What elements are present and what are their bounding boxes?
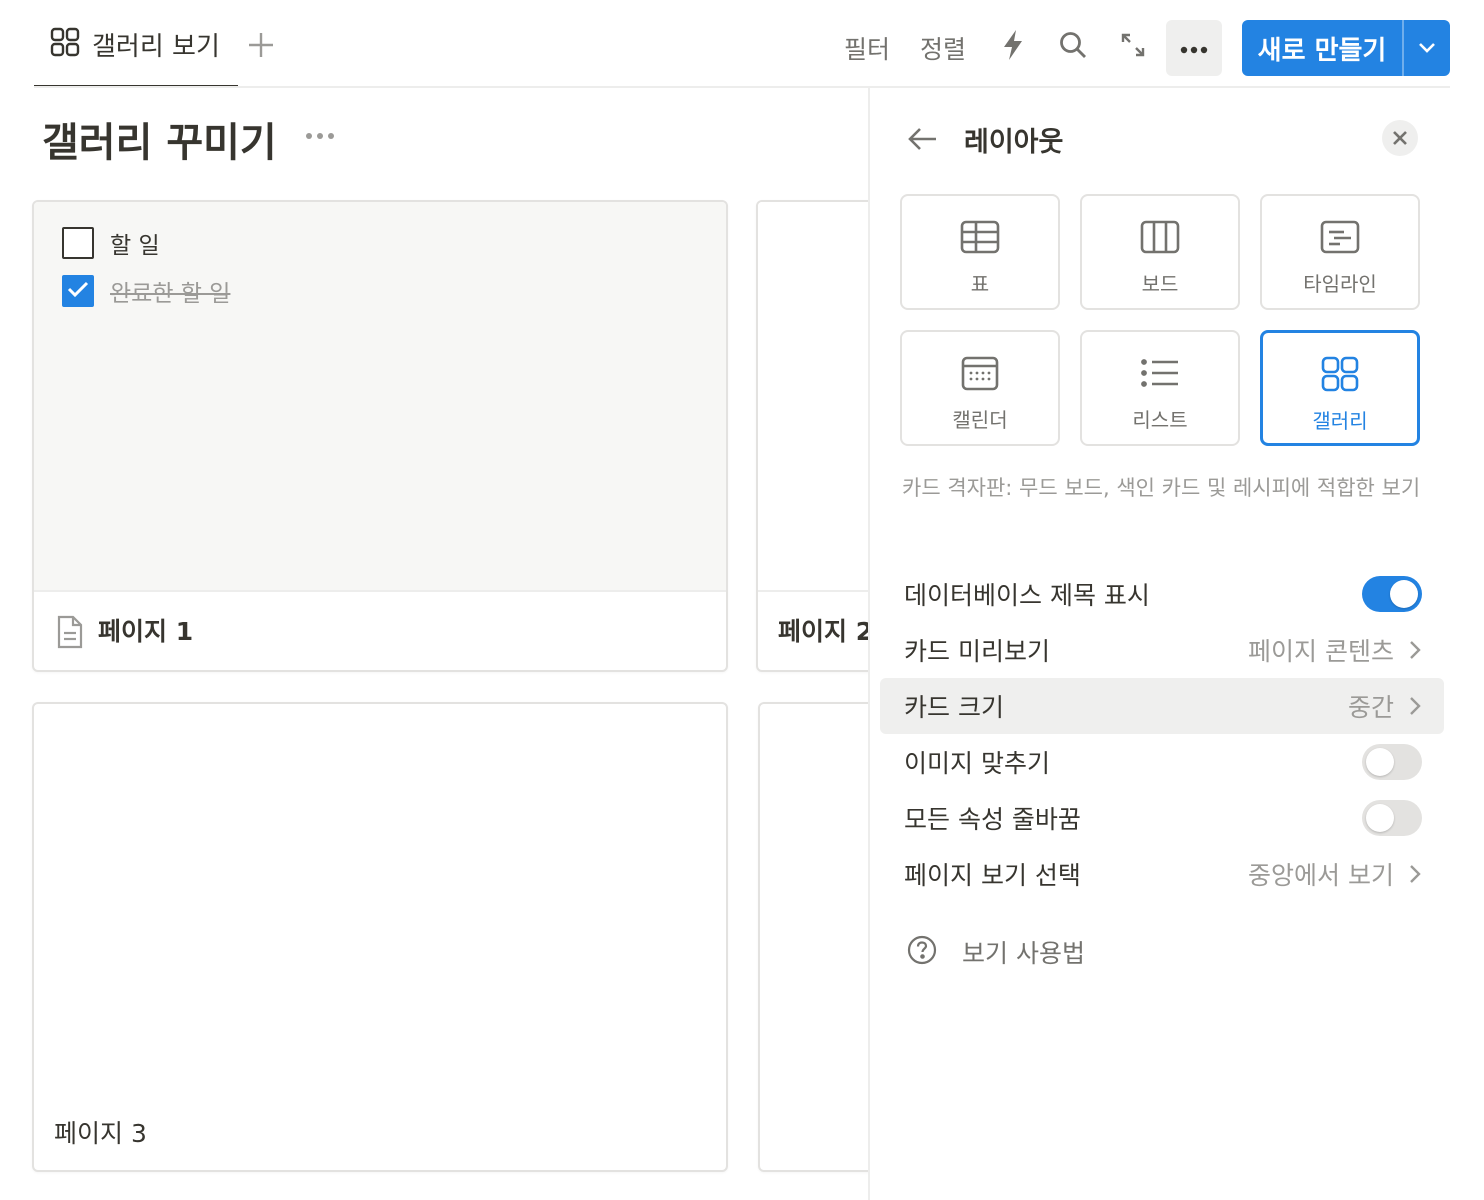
toggle-knob	[1390, 580, 1418, 608]
chevron-right-icon	[1408, 639, 1422, 661]
gallery-grid-icon	[50, 27, 80, 61]
setting-value: 중앙에서 보기	[1248, 861, 1394, 890]
tab-label: 갤러리 보기	[92, 31, 220, 62]
layout-option-board[interactable]: 보드	[1080, 194, 1240, 310]
gallery-grid-icon	[1320, 355, 1360, 393]
layout-option-gallery[interactable]: 갤러리	[1260, 330, 1420, 446]
todo-text: 할 일	[110, 233, 160, 259]
toggle-switch[interactable]	[1362, 576, 1422, 612]
setting-card-preview[interactable]: 카드 미리보기 페이지 콘텐츠	[880, 622, 1444, 678]
expand-arrows-icon[interactable]	[1116, 28, 1150, 62]
view-toolbar: 갤러리 보기 필터 정렬 새로 만들기	[0, 0, 1484, 88]
more-dots-icon[interactable]	[304, 126, 336, 146]
todo-item: 할 일	[62, 226, 160, 260]
setting-label: 카드 미리보기	[904, 637, 1050, 666]
card-title: 페이지 3	[54, 1119, 147, 1148]
layout-option-label: 캘린더	[952, 408, 1008, 432]
help-label: 보기 사용법	[962, 939, 1085, 968]
timeline-icon	[1320, 218, 1360, 256]
setting-open-pages-in[interactable]: 페이지 보기 선택 중앙에서 보기	[880, 846, 1444, 902]
lightning-icon[interactable]	[996, 28, 1030, 62]
layout-option-label: 리스트	[1132, 408, 1188, 432]
calendar-icon	[961, 354, 999, 392]
gallery-card[interactable]: 페이지 3	[32, 702, 728, 1172]
more-options-button[interactable]	[1166, 20, 1222, 76]
checkbox-checked[interactable]	[62, 275, 94, 307]
question-circle-icon	[906, 934, 938, 970]
chevron-right-icon	[1408, 695, 1422, 717]
toggle-switch[interactable]	[1362, 744, 1422, 780]
gallery-card[interactable]: 할 일 완료한 할 일 페이지 1	[32, 200, 728, 672]
layout-panel: 레이아웃 표 보드 타임라인 캘린더 리스트 갤러리 카드 격자판: 무드 보드…	[868, 88, 1484, 1200]
close-icon[interactable]	[1382, 120, 1418, 156]
search-icon[interactable]	[1056, 28, 1090, 62]
layout-option-table[interactable]: 표	[900, 194, 1060, 310]
more-dots-icon	[1180, 39, 1208, 58]
sort-button[interactable]: 정렬	[920, 30, 966, 66]
setting-value: 페이지 콘텐츠	[1248, 637, 1394, 666]
table-icon	[960, 218, 1000, 256]
setting-card-size[interactable]: 카드 크기 중간	[880, 678, 1444, 734]
todo-text: 완료한 할 일	[110, 281, 231, 307]
tab-gallery-view[interactable]: 갤러리 보기	[34, 0, 238, 88]
chevron-right-icon	[1408, 863, 1422, 885]
checkmark-icon	[67, 280, 89, 302]
layout-option-list[interactable]: 리스트	[1080, 330, 1240, 446]
setting-label: 이미지 맞추기	[904, 749, 1050, 778]
checkbox[interactable]	[62, 227, 94, 259]
toggle-knob	[1366, 748, 1394, 776]
setting-label: 모든 속성 줄바꿈	[904, 805, 1081, 834]
setting-value: 중간	[1347, 693, 1394, 722]
setting-fit-image[interactable]: 이미지 맞추기	[880, 734, 1444, 790]
board-icon	[1140, 218, 1180, 256]
layout-option-label: 갤러리	[1312, 409, 1368, 433]
card-title: 페이지 2	[778, 617, 874, 646]
arrow-left-icon[interactable]	[906, 124, 940, 154]
setting-wrap-properties[interactable]: 모든 속성 줄바꿈	[880, 790, 1444, 846]
setting-label: 카드 크기	[904, 693, 1004, 722]
layout-option-label: 타임라인	[1303, 272, 1377, 296]
help-link[interactable]: 보기 사용법	[906, 934, 1085, 970]
card-preview: 할 일 완료한 할 일	[34, 202, 726, 592]
layout-option-label: 표	[970, 272, 990, 296]
toggle-switch[interactable]	[1362, 800, 1422, 836]
card-title: 페이지 1	[98, 617, 194, 646]
plus-icon[interactable]	[246, 30, 276, 60]
filter-button[interactable]: 필터	[844, 30, 890, 66]
new-button-label: 새로 만들기	[1257, 35, 1387, 66]
layout-option-timeline[interactable]: 타임라인	[1260, 194, 1420, 310]
layout-description: 카드 격자판: 무드 보드, 색인 카드 및 레시피에 적합한 보기	[902, 476, 1421, 500]
setting-show-db-title[interactable]: 데이터베이스 제목 표시	[880, 566, 1444, 622]
new-button[interactable]: 새로 만들기	[1242, 20, 1450, 76]
page-title: 갤러리 꾸미기	[42, 120, 277, 166]
layout-option-calendar[interactable]: 캘린더	[900, 330, 1060, 446]
todo-item: 완료한 할 일	[62, 274, 230, 308]
panel-title: 레이아웃	[964, 127, 1064, 158]
list-icon	[1140, 354, 1180, 392]
document-icon	[56, 614, 84, 654]
setting-label: 데이터베이스 제목 표시	[904, 581, 1150, 610]
chevron-down-icon[interactable]	[1404, 42, 1450, 54]
toggle-knob	[1366, 804, 1394, 832]
setting-label: 페이지 보기 선택	[904, 861, 1081, 890]
layout-option-label: 보드	[1141, 272, 1179, 296]
